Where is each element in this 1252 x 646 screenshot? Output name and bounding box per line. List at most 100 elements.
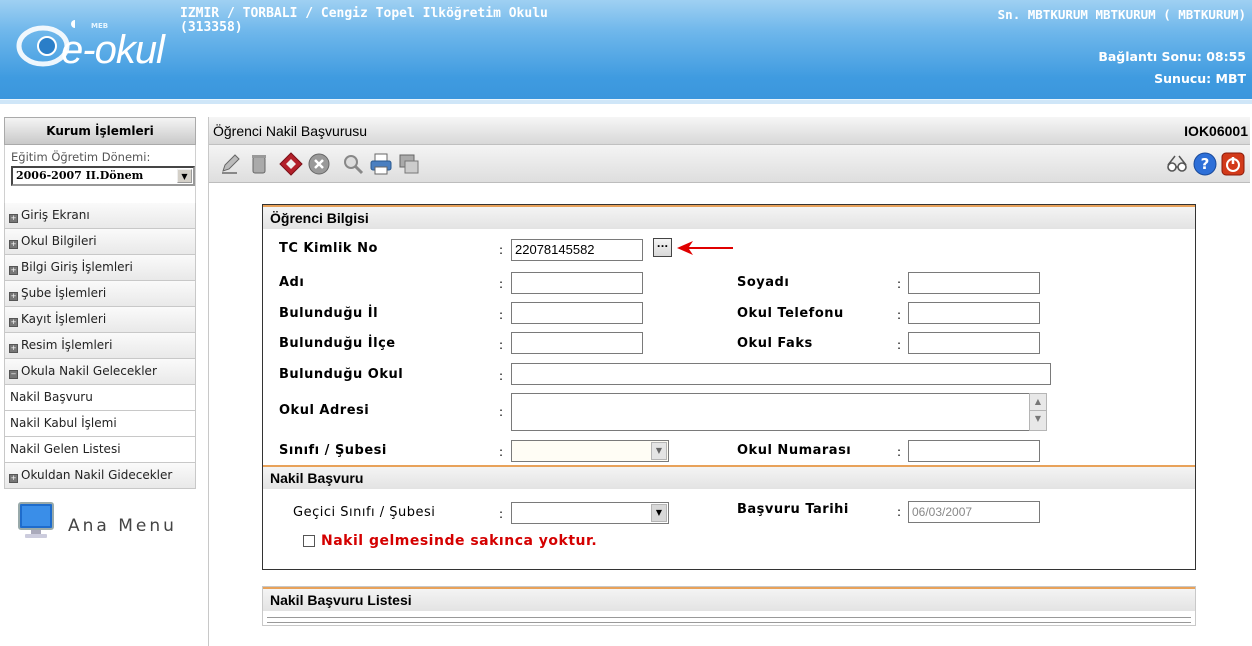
header-divider bbox=[0, 99, 1252, 104]
expand-icon: + bbox=[9, 214, 18, 223]
scroll-up-icon[interactable]: ▲ bbox=[1030, 394, 1046, 411]
sidebar-item-label: Resim İşlemleri bbox=[21, 338, 113, 352]
sidebar-subitem-nakil-kabul[interactable]: Nakil Kabul İşlemi bbox=[4, 411, 196, 437]
clear-icon[interactable] bbox=[279, 152, 303, 176]
school-phone-input[interactable] bbox=[908, 302, 1040, 324]
server-label: Sunucu: MBT bbox=[1154, 71, 1246, 86]
temp-class-select[interactable]: ▼ bbox=[511, 502, 669, 524]
sidebar-item-kayit[interactable]: + Kayıt İşlemleri bbox=[4, 307, 196, 333]
expand-icon: + bbox=[9, 474, 18, 483]
chevron-down-icon[interactable]: ▼ bbox=[651, 442, 667, 460]
ana-menu-button[interactable]: Ana Menu bbox=[16, 500, 196, 550]
edit-icon[interactable] bbox=[219, 152, 243, 176]
expand-icon: + bbox=[9, 240, 18, 249]
school-number-colon: : bbox=[897, 445, 902, 459]
sidebar: Kurum İşlemleri Eğitim Öğretim Dönemi: 2… bbox=[4, 117, 196, 489]
expand-icon: + bbox=[9, 292, 18, 301]
name-label: Adı bbox=[279, 275, 305, 290]
tc-input[interactable]: 22078145582 bbox=[511, 239, 643, 261]
cancel-icon[interactable] bbox=[307, 152, 331, 176]
scroll-down-icon[interactable]: ▼ bbox=[1030, 411, 1046, 428]
list-title: Nakil Başvuru Listesi bbox=[263, 587, 1195, 611]
sidebar-item-okula-nakil[interactable]: − Okula Nakil Gelecekler bbox=[4, 359, 196, 385]
monitor-icon bbox=[18, 502, 54, 538]
school-colon: : bbox=[499, 369, 504, 383]
sidebar-item-okuldan-nakil[interactable]: + Okuldan Nakil Gidecekler bbox=[4, 463, 196, 489]
school-line-1: IZMIR / TORBALI / Cengiz Topel Ilköğreti… bbox=[180, 6, 548, 21]
help-icon[interactable]: ? bbox=[1193, 152, 1217, 176]
user-name: Sn. MBTKURUM MBTKURUM ( MBTKURUM) bbox=[997, 7, 1246, 22]
svg-text:?: ? bbox=[1201, 155, 1210, 173]
page-title-bar: Öğrenci Nakil Başvurusu IOK06001 bbox=[209, 117, 1250, 145]
transfer-list-panel: Nakil Başvuru Listesi bbox=[262, 586, 1196, 626]
ana-menu-label: Ana Menu bbox=[68, 516, 177, 536]
sidebar-item-sube[interactable]: + Şube İşlemleri bbox=[4, 281, 196, 307]
apply-date-label: Başvuru Tarihi bbox=[737, 502, 849, 517]
delete-icon[interactable] bbox=[247, 152, 271, 176]
sidebar-item-label: Okula Nakil Gelecekler bbox=[21, 364, 157, 378]
power-icon[interactable] bbox=[1221, 152, 1245, 176]
temp-class-colon: : bbox=[499, 507, 504, 521]
district-input[interactable] bbox=[511, 332, 643, 354]
sidebar-item-label: Okuldan Nakil Gidecekler bbox=[21, 468, 173, 482]
no-objection-checkbox[interactable] bbox=[303, 535, 315, 547]
address-label: Okul Adresi bbox=[279, 403, 370, 418]
chevron-down-icon[interactable]: ▼ bbox=[651, 504, 667, 522]
sidebar-subitem-nakil-basvuru[interactable]: Nakil Başvuru bbox=[4, 385, 196, 411]
term-label: Eğitim Öğretim Dönemi: bbox=[11, 150, 151, 164]
glasses-icon[interactable] bbox=[1165, 152, 1189, 176]
surname-label: Soyadı bbox=[737, 275, 790, 290]
district-label: Bulunduğu İlçe bbox=[279, 336, 396, 351]
class-label: Sınıfı / Şubesi bbox=[279, 443, 387, 458]
address-textarea[interactable] bbox=[511, 393, 1031, 431]
temp-class-label: Geçici Sınıfı / Şubesi bbox=[293, 505, 436, 520]
toolbar: ? bbox=[209, 145, 1250, 183]
main-panel: Öğrenci Nakil Başvurusu IOK06001 ? Öğren… bbox=[208, 117, 1250, 646]
name-input[interactable] bbox=[511, 272, 643, 294]
list-table bbox=[267, 617, 1191, 623]
address-scrollbar[interactable]: ▲ ▼ bbox=[1029, 393, 1047, 431]
name-colon: : bbox=[499, 277, 504, 291]
lookup-button[interactable]: ... bbox=[653, 238, 672, 257]
term-select-value: 2006-2007 II.Dönem bbox=[16, 169, 144, 182]
search-icon[interactable] bbox=[341, 152, 365, 176]
tc-colon: : bbox=[499, 243, 504, 257]
sidebar-item-label: Okul Bilgileri bbox=[21, 234, 97, 248]
page-code: IOK06001 bbox=[1184, 123, 1248, 139]
sidebar-item-giris[interactable]: + Giriş Ekranı bbox=[4, 203, 196, 229]
surname-input[interactable] bbox=[908, 272, 1040, 294]
sidebar-title: Kurum İşlemleri bbox=[4, 117, 196, 145]
sidebar-item-label: Bilgi Giriş İşlemleri bbox=[21, 260, 133, 274]
expand-icon: + bbox=[9, 266, 18, 275]
chevron-down-icon[interactable]: ▼ bbox=[177, 169, 192, 183]
term-selector-area: Eğitim Öğretim Dönemi: 2006-2007 II.Döne… bbox=[4, 145, 196, 203]
school-number-input[interactable] bbox=[908, 440, 1040, 462]
expand-icon: + bbox=[9, 318, 18, 327]
school-phone-label: Okul Telefonu bbox=[737, 306, 844, 321]
section-student-info: Öğrenci Bilgisi bbox=[263, 205, 1195, 229]
apply-date-input[interactable]: 06/03/2007 bbox=[908, 501, 1040, 523]
school-fax-input[interactable] bbox=[908, 332, 1040, 354]
class-select[interactable]: ▼ bbox=[511, 440, 669, 462]
sidebar-item-bilgi-giris[interactable]: + Bilgi Giriş İşlemleri bbox=[4, 255, 196, 281]
connection-timer: Bağlantı Sonu: 08:55 bbox=[1098, 49, 1246, 64]
school-name: IZMIR / TORBALI / Cengiz Topel Ilköğreti… bbox=[180, 7, 548, 35]
school-input[interactable] bbox=[511, 363, 1051, 385]
school-label: Bulunduğu Okul bbox=[279, 367, 404, 382]
red-arrow-icon bbox=[677, 241, 733, 255]
export-icon[interactable] bbox=[397, 152, 421, 176]
app-header: MEB e-okul IZMIR / TORBALI / Cengiz Tope… bbox=[0, 0, 1252, 104]
print-icon[interactable] bbox=[369, 152, 393, 176]
address-colon: : bbox=[499, 405, 504, 419]
sidebar-item-label: Şube İşlemleri bbox=[21, 286, 107, 300]
school-fax-colon: : bbox=[897, 338, 902, 352]
city-label: Bulunduğu İl bbox=[279, 306, 379, 321]
surname-colon: : bbox=[897, 277, 902, 291]
sidebar-subitem-nakil-gelen[interactable]: Nakil Gelen Listesi bbox=[4, 437, 196, 463]
page-title: Öğrenci Nakil Başvurusu bbox=[213, 123, 368, 139]
tc-label: TC Kimlik No bbox=[279, 241, 378, 256]
sidebar-item-okul-bilgileri[interactable]: + Okul Bilgileri bbox=[4, 229, 196, 255]
city-input[interactable] bbox=[511, 302, 643, 324]
term-select[interactable]: 2006-2007 II.Dönem ▼ bbox=[11, 166, 195, 186]
sidebar-item-resim[interactable]: + Resim İşlemleri bbox=[4, 333, 196, 359]
